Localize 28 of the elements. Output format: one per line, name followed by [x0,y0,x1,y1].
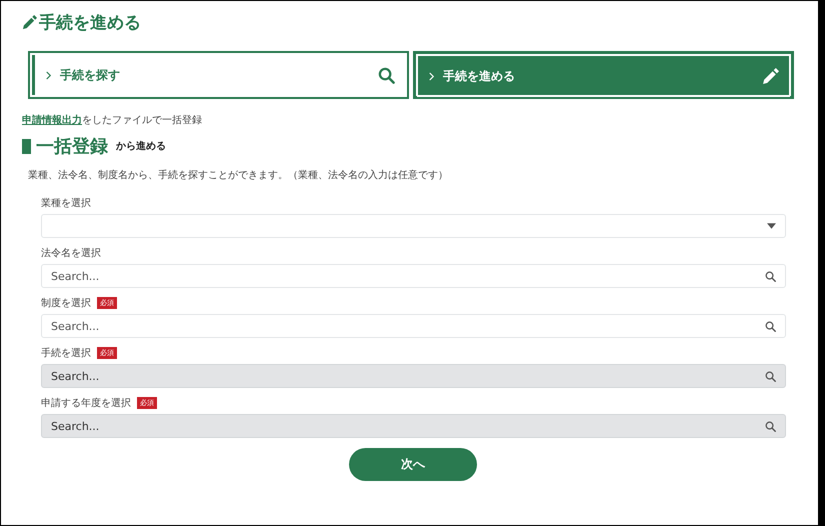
page-title: 手続を進める [39,12,141,34]
select-field[interactable] [41,214,786,238]
search-icon [378,66,395,84]
search-icon [765,270,776,282]
section-title: 一括登録 [36,135,108,158]
tab[interactable]: 手続を探す [28,51,409,99]
field-label: 業種を選択 [41,196,91,210]
description: 業種、法令名、制度名から、手続を探すことができます。（業種、法令名の入力は任意です） [28,168,449,182]
section-suffix: から進める [116,140,166,153]
pencil-icon [762,68,779,84]
search-field[interactable]: Search... [41,314,786,338]
chevron-icon [45,70,52,80]
heading-marker [22,138,31,154]
field-label: 手続を選択 [41,346,91,360]
search-icon [765,420,776,432]
search-icon [765,320,776,332]
field-label: 申請する年度を選択 [41,396,131,410]
export-link[interactable]: 申請情報出力 [22,115,82,126]
field-label: 制度を選択 [41,296,91,310]
chevron-icon [428,72,435,80]
next-button[interactable]: 次へ [349,448,477,481]
search-icon [765,370,776,382]
pencil-icon [22,14,37,30]
bulk-register-note: 申請情報出力をしたファイルで一括登録 [22,114,203,127]
search-field[interactable]: Search... [41,264,786,288]
tab[interactable]: 手続を進める [413,51,794,99]
dropdown-arrow-icon [767,223,776,229]
field-label: 法令名を選択 [41,246,101,260]
